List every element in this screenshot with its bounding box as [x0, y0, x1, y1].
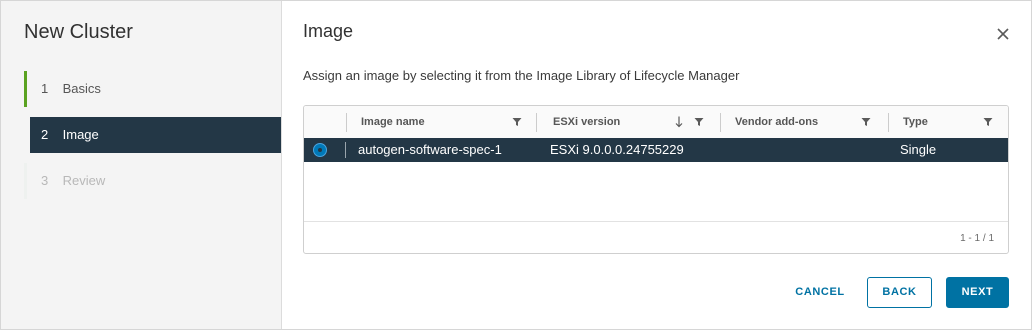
step-basics[interactable]: 1 Basics [24, 71, 280, 107]
filter-icon[interactable] [694, 117, 704, 127]
grid-header: Image name ESXi version Vendor add-ons T… [304, 106, 1008, 139]
wizard-steps-pane: New Cluster 1 Basics 2 Image 3 Review [1, 1, 282, 329]
back-button[interactable]: BACK [867, 277, 932, 308]
cell-image-name: autogen-software-spec-1 [358, 142, 502, 157]
close-button[interactable] [994, 25, 1012, 43]
column-separator[interactable] [536, 113, 537, 132]
step-label: Basics [62, 81, 101, 96]
column-header-type[interactable]: Type [903, 106, 928, 138]
cell-esxi-version: ESXi 9.0.0.0.24755229 [550, 142, 684, 157]
close-icon [997, 28, 1009, 40]
row-select-radio[interactable] [313, 143, 327, 157]
column-separator [346, 113, 347, 132]
step-review: 3 Review [24, 163, 280, 199]
image-datagrid: Image name ESXi version Vendor add-ons T… [303, 105, 1009, 254]
column-header-esxi-version[interactable]: ESXi version [553, 106, 620, 138]
column-separator[interactable] [720, 113, 721, 132]
step-number: 2 [41, 127, 49, 142]
page-title: Image [303, 21, 354, 41]
table-row[interactable]: autogen-software-spec-1 ESXi 9.0.0.0.247… [304, 138, 1008, 162]
column-separator [345, 142, 346, 158]
cancel-button[interactable]: CANCEL [786, 277, 854, 308]
filter-icon[interactable] [861, 117, 871, 127]
new-cluster-dialog: New Cluster 1 Basics 2 Image 3 Review Im… [0, 0, 1032, 330]
page-description: Assign an image by selecting it from the… [303, 68, 740, 83]
grid-footer: 1 - 1 / 1 [304, 221, 1008, 253]
step-label: Review [62, 173, 106, 188]
step-image[interactable]: 2 Image [30, 117, 281, 153]
column-separator[interactable] [888, 113, 889, 132]
pagination-description: 1 - 1 / 1 [960, 233, 994, 244]
step-label: Image [62, 127, 99, 142]
wizard-title: New Cluster [24, 21, 133, 43]
column-header-image-name[interactable]: Image name [361, 106, 425, 138]
next-button[interactable]: NEXT [946, 277, 1009, 308]
filter-icon[interactable] [983, 117, 993, 127]
filter-icon[interactable] [512, 117, 522, 127]
arrow-down-icon[interactable] [675, 116, 683, 128]
step-number: 1 [41, 81, 49, 96]
column-header-vendor-addons[interactable]: Vendor add-ons [735, 106, 818, 138]
cell-type: Single [900, 142, 937, 157]
step-number: 3 [41, 173, 49, 188]
